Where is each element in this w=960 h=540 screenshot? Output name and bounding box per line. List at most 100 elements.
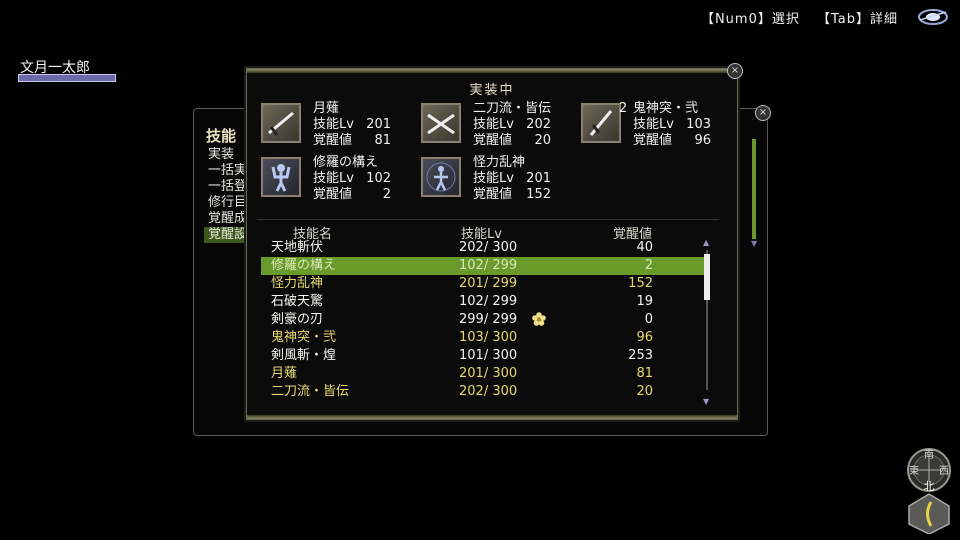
skill-name: 二刀流・皆伝 — [271, 384, 350, 399]
skill-level: 103/ 300 — [459, 330, 518, 345]
awaken-label: 覚醒値 — [313, 133, 353, 148]
awaken-value: 20 — [534, 133, 551, 148]
awaken-value: 81 — [374, 133, 391, 148]
skill-name: 天地斬伏 — [271, 240, 324, 255]
menu-scroll-icon[interactable]: ▼ — [751, 139, 759, 259]
skill-level: 299/ 299 — [459, 312, 518, 327]
menu-item[interactable]: 実装 — [204, 147, 244, 163]
menu-item[interactable]: 修行目 — [204, 195, 244, 211]
dialog-top-border — [247, 69, 737, 73]
skill-awaken: 81 — [636, 366, 653, 381]
menu-item[interactable]: 一括登 — [204, 179, 244, 195]
slot-prefix: 2 — [619, 101, 628, 116]
skill-awaken: 19 — [636, 294, 653, 309]
max-level-flower-icon — [532, 312, 546, 326]
skill-name: 修羅の構え — [271, 258, 337, 273]
level-value: 102 — [366, 171, 391, 186]
dialog-title: 実装中 — [469, 83, 515, 98]
compass-east: 東 — [909, 464, 919, 477]
skill-awaken: 2 — [644, 258, 653, 273]
scroll-thumb[interactable] — [704, 254, 710, 300]
equipped-skill-name: 怪力乱神 — [473, 155, 526, 170]
close-icon[interactable]: × — [755, 105, 771, 121]
table-row[interactable]: 石破天驚 102/ 299 19 — [261, 293, 705, 311]
menu-item[interactable]: 一括実 — [204, 163, 244, 179]
table-row[interactable]: 剣風斬・煌 101/ 300 253 — [261, 347, 705, 365]
equipped-slot[interactable]: 月薙 技能Lv 201 覚醒値 81 — [247, 101, 407, 148]
key-hints: 【Num0】選択 【Tab】詳細 — [689, 8, 898, 27]
skill-level: 202/ 300 — [459, 384, 518, 399]
equipped-slot[interactable]: 二刀流・皆伝 技能Lv 202 覚醒値 20 — [407, 101, 567, 148]
awaken-value: 2 — [382, 187, 391, 202]
skill-name: 石破天驚 — [271, 294, 324, 309]
single-sword-icon — [261, 103, 301, 143]
awaken-label: 覚醒値 — [473, 187, 513, 202]
table-row[interactable]: 鬼神突・弐 103/ 300 96 — [261, 329, 705, 347]
compass-south: 南 — [924, 448, 934, 461]
equipped-slot[interactable]: 2 鬼神突・弐 技能Lv 103 覚醒値 96 — [567, 101, 727, 148]
skill-awaken: 152 — [628, 276, 653, 291]
skill-name: 剣風斬・煌 — [271, 348, 337, 363]
table-row[interactable]: 月薙 201/ 300 81 — [261, 365, 705, 383]
level-label: 技能Lv — [313, 117, 354, 132]
skill-name: 怪力乱神 — [271, 276, 324, 291]
scroll-up-icon[interactable]: ▲ — [703, 238, 709, 247]
skill-awaken: 253 — [628, 348, 653, 363]
skill-level: 201/ 299 — [459, 276, 518, 291]
skill-name: 月薙 — [271, 366, 298, 381]
level-value: 202 — [526, 117, 551, 132]
skill-name: 鬼神突・弐 — [271, 330, 337, 345]
character-hp-bar — [18, 74, 116, 82]
skill-level: 101/ 300 — [459, 348, 518, 363]
equipped-slot[interactable]: 修羅の構え 技能Lv 102 覚醒値 2 — [247, 155, 407, 202]
level-value: 103 — [686, 117, 711, 132]
equipped-skill-name: 鬼神突・弐 — [633, 101, 699, 116]
aura-figure-icon — [421, 157, 461, 197]
skill-list-scrollbar[interactable]: ▲ ▼ — [703, 238, 711, 406]
level-label: 技能Lv — [313, 171, 354, 186]
detail-hint: 【Tab】詳細 — [816, 12, 898, 27]
skill-level: 102/ 299 — [459, 294, 518, 309]
skill-list: 天地斬伏 202/ 300 40 修羅の構え 102/ 299 2 怪力乱神 2… — [261, 239, 705, 401]
skill-awaken: 96 — [636, 330, 653, 345]
awaken-label: 覚醒値 — [313, 187, 353, 202]
dual-swords-icon — [421, 103, 461, 143]
table-row[interactable]: 剣豪の刃 299/ 299 0 — [261, 311, 705, 329]
table-row[interactable]: 二刀流・皆伝 202/ 300 20 — [261, 383, 705, 401]
skill-menu-list: 実装 一括実 一括登 修行目 覚醒成 覚醒設 — [204, 147, 244, 243]
divider — [257, 219, 719, 220]
skill-level: 201/ 300 — [459, 366, 518, 381]
level-value: 201 — [526, 171, 551, 186]
stance-figure-icon — [261, 157, 301, 197]
equipped-skill-name: 月薙 — [313, 101, 340, 116]
table-row-selected[interactable]: 修羅の構え 102/ 299 2 — [261, 257, 705, 275]
skill-table-header: 技能名 技能Lv 覚醒値 — [247, 221, 737, 242]
close-icon[interactable]: × — [727, 63, 743, 79]
compass-west: 西 — [939, 466, 949, 477]
equipped-slot[interactable]: 怪力乱神 技能Lv 201 覚醒値 152 — [407, 155, 567, 202]
table-row[interactable]: 天地斬伏 202/ 300 40 — [261, 239, 705, 257]
equipped-skill-name: 修羅の構え — [313, 155, 379, 170]
equipped-skills-dialog: × 実装中 月薙 技能Lv 201 覚醒値 81 二刀流・皆伝 技能Lv 202 覚醒… — [246, 63, 743, 420]
skill-menu-title: 技能 — [206, 127, 237, 145]
skill-awaken: 0 — [644, 312, 653, 327]
dialog-bottom-border — [247, 415, 737, 419]
menu-item[interactable]: 覚醒成 — [204, 211, 244, 227]
level-label: 技能Lv — [633, 117, 674, 132]
compass-icon: 南 東 西 北 — [907, 448, 951, 534]
skill-level: 202/ 300 — [459, 240, 518, 255]
skill-awaken: 40 — [636, 240, 653, 255]
level-value: 201 — [366, 117, 391, 132]
equipped-skill-name: 二刀流・皆伝 — [473, 101, 552, 116]
scroll-down-icon[interactable]: ▼ — [703, 397, 709, 406]
sword-thrust-icon — [581, 103, 621, 143]
skill-name: 剣豪の刃 — [271, 312, 324, 327]
table-row[interactable]: 怪力乱神 201/ 299 152 — [261, 275, 705, 293]
select-hint: 【Num0】選択 — [700, 12, 800, 27]
skill-level: 102/ 299 — [459, 258, 518, 273]
awaken-label: 覚醒値 — [473, 133, 513, 148]
awaken-label: 覚醒値 — [633, 133, 673, 148]
awaken-value: 152 — [526, 187, 551, 202]
menu-item[interactable]: 覚醒設 — [204, 227, 244, 243]
compass-north: 北 — [924, 480, 935, 493]
